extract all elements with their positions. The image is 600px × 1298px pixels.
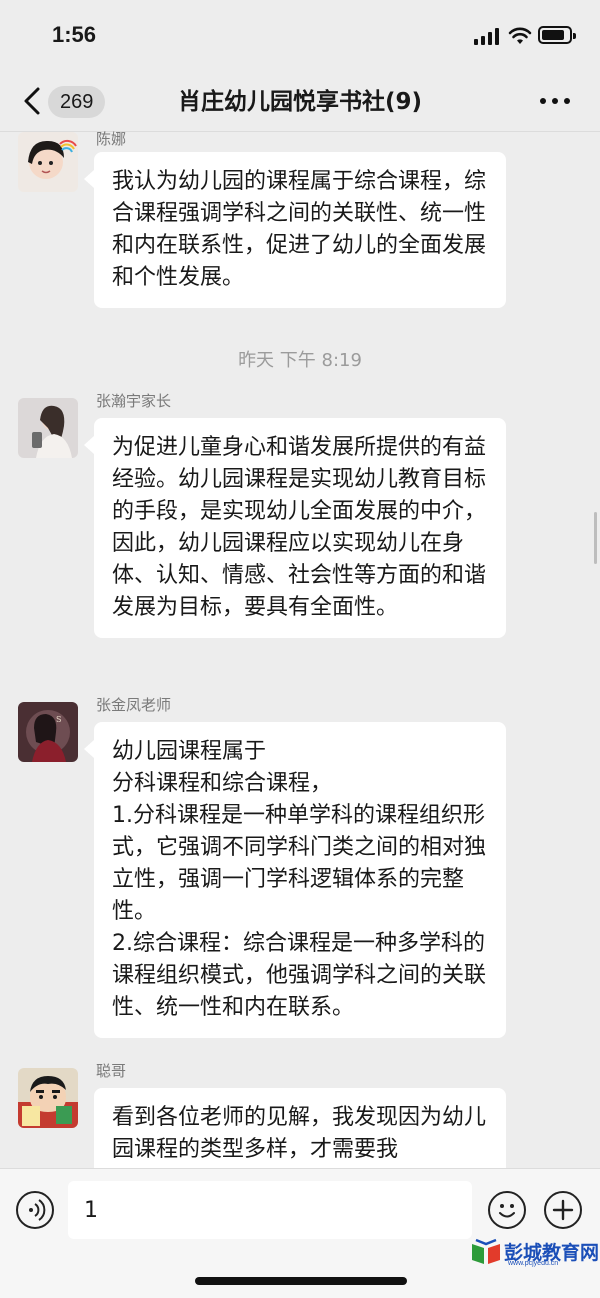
avatar[interactable]: [18, 1068, 78, 1128]
svg-text:S: S: [56, 715, 61, 724]
avatar[interactable]: [18, 398, 78, 458]
status-bar: 1:56: [0, 0, 600, 72]
more-dots-icon[interactable]: [540, 98, 572, 106]
voice-icon[interactable]: [16, 1191, 54, 1229]
watermark: 彭城教育网 www.pcjyedu.cn: [470, 1238, 599, 1268]
plus-icon[interactable]: [544, 1191, 582, 1229]
message-input[interactable]: [68, 1181, 472, 1239]
signal-icon: [474, 28, 500, 45]
chat-header: 269 肖庄幼儿园悦享书社(9): [0, 72, 600, 132]
battery-icon: [538, 26, 576, 44]
chevron-left-icon[interactable]: [20, 86, 44, 116]
time-separator: 昨天 下午 8:19: [238, 350, 362, 371]
sender-name: 张瀚宇家长: [96, 392, 172, 410]
avatar[interactable]: [18, 132, 78, 192]
sender-name: 聪哥: [96, 1062, 127, 1080]
sender-name: 陈娜: [96, 130, 127, 148]
avatar[interactable]: S: [18, 702, 78, 762]
home-indicator[interactable]: [195, 1277, 407, 1285]
input-bar: [0, 1168, 600, 1298]
chat-title: 肖庄幼儿园悦享书社(9): [177, 89, 423, 115]
emoji-icon[interactable]: [488, 1191, 526, 1229]
unread-count-badge[interactable]: 269: [48, 86, 106, 118]
message-bubble[interactable]: 我认为幼儿园的课程属于综合课程，综合课程强调学科之间的关联性、统一性和内在联系性…: [84, 152, 506, 308]
sender-name: 张金凤老师: [96, 696, 172, 714]
status-time: 1:56: [52, 22, 97, 47]
watermark-logo-icon: [472, 1238, 500, 1264]
watermark-url: www.pcjyedu.cn: [508, 1260, 559, 1267]
message-bubble[interactable]: 幼儿园课程属于 分科课程和综合课程， 1.分科课程是一种单学科的课程组织形式，它…: [84, 722, 506, 1038]
message-bubble[interactable]: 为促进儿童身心和谐发展所提供的有益经验。幼儿园课程是实现幼儿教育目标的手段，是实…: [84, 418, 506, 638]
scrollbar[interactable]: [594, 512, 597, 564]
wifi-icon: [508, 27, 532, 44]
